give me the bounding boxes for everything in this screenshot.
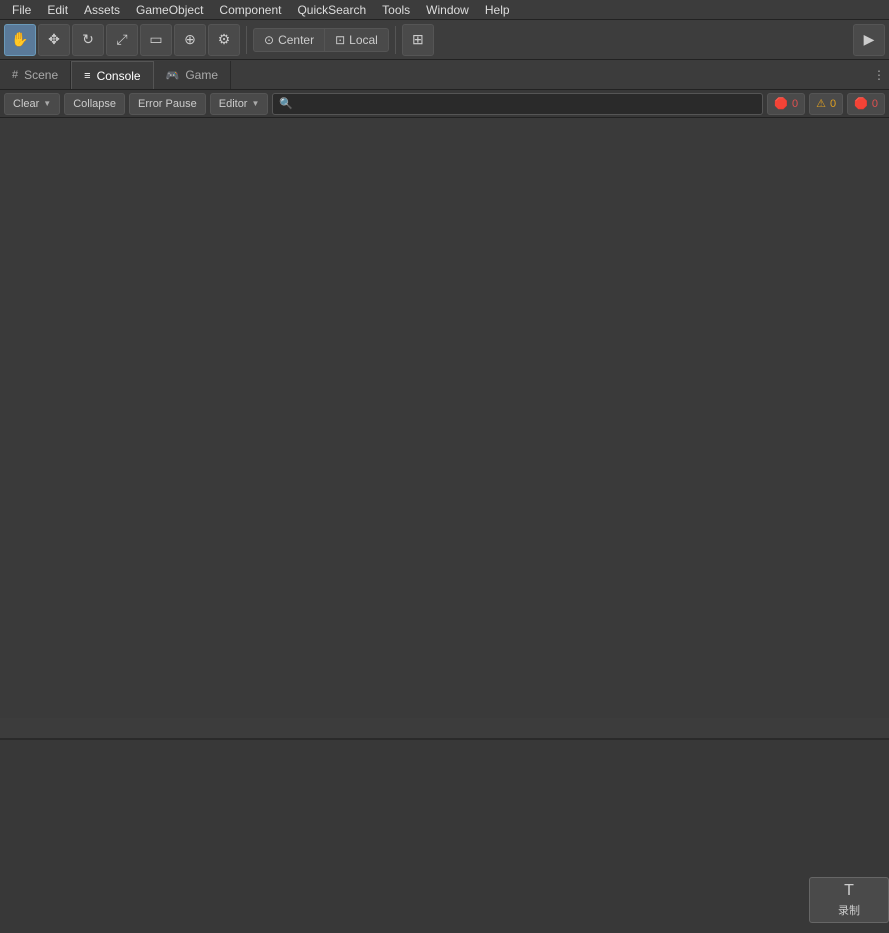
error-badge[interactable]: 🛑 0: [767, 93, 805, 115]
toolbar-separator-2: [395, 26, 396, 54]
pivot-group: ⊙ Center ⊡ Local: [253, 28, 389, 52]
search-icon: 🔍: [279, 97, 293, 110]
transform-tool-button[interactable]: ⊕: [174, 24, 206, 56]
center-pivot-button[interactable]: ⊙ Center: [254, 29, 324, 51]
collapse-label: Collapse: [73, 98, 116, 110]
clear-label: Clear: [13, 98, 39, 110]
tab-scene[interactable]: # Scene: [0, 61, 71, 89]
console-main: [0, 118, 889, 718]
error-pause-label: Error Pause: [138, 98, 197, 110]
center-pivot-label: Center: [278, 33, 314, 47]
menu-help[interactable]: Help: [477, 1, 518, 19]
error-badge-icon: 🛑: [774, 97, 788, 110]
layers-button[interactable]: ⊞: [402, 24, 434, 56]
recording-icon: T: [844, 882, 854, 900]
toolbar: ✋ ✥ ↻ ⤢ ▭ ⊕ ⚙ ⊙ Center ⊡ Local ⊞ ▶: [0, 20, 889, 60]
editor-button[interactable]: Editor ▼: [210, 93, 269, 115]
menu-edit[interactable]: Edit: [39, 1, 76, 19]
menu-gameobject[interactable]: GameObject: [128, 1, 211, 19]
tabs-more-button[interactable]: ⋮: [869, 61, 889, 89]
rotate-tool-button[interactable]: ↻: [72, 24, 104, 56]
clear-dropdown-icon: ▼: [43, 99, 51, 108]
warning-badge-icon: ⚠: [816, 97, 826, 110]
tab-console[interactable]: ≡ Console: [71, 61, 153, 89]
console-tab-label: Console: [97, 69, 141, 83]
error-pause-button[interactable]: Error Pause: [129, 93, 206, 115]
local-pivot-icon: ⊡: [335, 33, 345, 47]
rect-tool-button[interactable]: ▭: [140, 24, 172, 56]
console-toolbar: Clear ▼ Collapse Error Pause Editor ▼ 🔍 …: [0, 90, 889, 118]
info-badge[interactable]: 🛑 0: [847, 93, 885, 115]
bottom-panel: T 录制: [0, 738, 889, 933]
layers-icon: ⊞: [412, 31, 424, 48]
game-tab-icon: 🎮: [166, 69, 180, 82]
error-badge-count: 0: [792, 98, 798, 110]
tab-game[interactable]: 🎮 Game: [154, 61, 231, 89]
menu-window[interactable]: Window: [418, 1, 477, 19]
recording-overlay: T 录制: [809, 877, 889, 923]
local-pivot-label: Local: [349, 33, 378, 47]
scene-tab-icon: #: [12, 69, 18, 81]
recording-label: 录制: [838, 902, 860, 918]
hand-tool-button[interactable]: ✋: [4, 24, 36, 56]
search-input[interactable]: [297, 98, 756, 110]
editor-dropdown-icon: ▼: [251, 99, 259, 108]
move-tool-button[interactable]: ✥: [38, 24, 70, 56]
game-tab-label: Game: [185, 68, 218, 82]
info-badge-count: 0: [872, 98, 878, 110]
toolbar-separator-1: [246, 26, 247, 54]
collapse-button[interactable]: Collapse: [64, 93, 125, 115]
console-tab-icon: ≡: [84, 70, 90, 82]
scene-tab-label: Scene: [24, 68, 58, 82]
play-button[interactable]: ▶: [853, 24, 885, 56]
menu-quicksearch[interactable]: QuickSearch: [289, 1, 374, 19]
warning-badge[interactable]: ⚠ 0: [809, 93, 843, 115]
center-pivot-icon: ⊙: [264, 33, 274, 47]
info-badge-icon: 🛑: [854, 97, 868, 110]
tabs-row: # Scene ≡ Console 🎮 Game ⋮: [0, 60, 889, 90]
clear-button[interactable]: Clear ▼: [4, 93, 60, 115]
search-box[interactable]: 🔍: [272, 93, 763, 115]
custom-tools-button[interactable]: ⚙: [208, 24, 240, 56]
menu-component[interactable]: Component: [211, 1, 289, 19]
editor-label: Editor: [219, 98, 248, 110]
local-pivot-button[interactable]: ⊡ Local: [324, 29, 388, 51]
menu-tools[interactable]: Tools: [374, 1, 418, 19]
warning-badge-count: 0: [830, 98, 836, 110]
menu-assets[interactable]: Assets: [76, 1, 128, 19]
scale-tool-button[interactable]: ⤢: [106, 24, 138, 56]
menu-file[interactable]: File: [4, 1, 39, 19]
play-controls: ▶: [853, 24, 885, 56]
menu-bar: File Edit Assets GameObject Component Qu…: [0, 0, 889, 20]
